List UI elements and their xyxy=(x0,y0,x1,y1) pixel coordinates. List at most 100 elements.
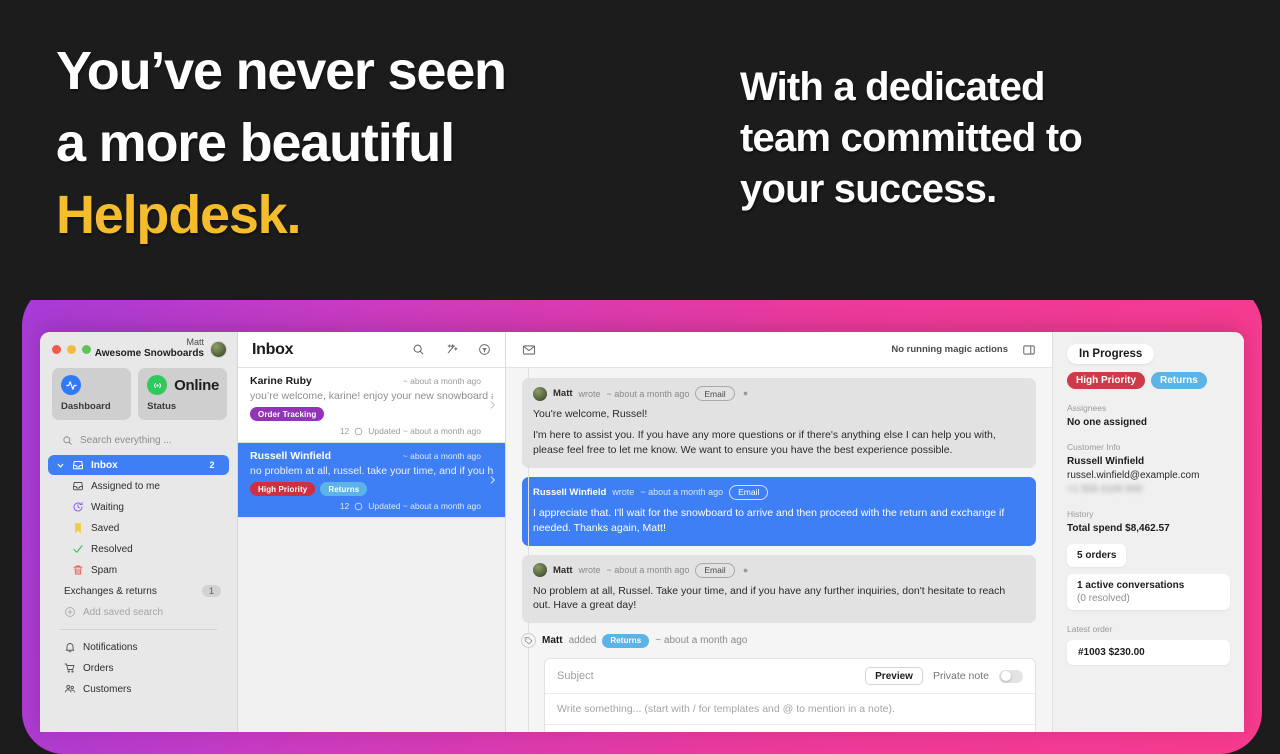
customer-email[interactable]: russel.winfield@example.com xyxy=(1067,470,1230,481)
gear-icon[interactable] xyxy=(741,389,750,398)
minimize-window-button[interactable] xyxy=(67,344,76,354)
message-time: ~ about a month ago xyxy=(640,487,724,498)
subject-input[interactable]: Subject xyxy=(557,670,855,682)
search-placeholder: Search everything ... xyxy=(80,435,172,446)
chevron-right-icon[interactable] xyxy=(487,400,498,411)
sidebar-item-customers[interactable]: Customers xyxy=(48,679,229,699)
sidebar-item-label: Assigned to me xyxy=(91,480,160,492)
sidebar-item-waiting[interactable]: Waiting xyxy=(48,497,229,517)
latest-order-label: Latest order xyxy=(1067,624,1113,634)
sidebar-item-notifications[interactable]: Notifications xyxy=(48,637,229,657)
conversation-list-panel: Inbox Karine Ruby ~ about a month ago yo… xyxy=(238,332,506,732)
conversation-list-item[interactable]: Russell Winfield ~ about a month ago no … xyxy=(238,443,505,518)
returns-tag[interactable]: Returns xyxy=(1151,372,1207,389)
event-verb: added xyxy=(568,635,597,647)
conversation-tags: Order Tracking xyxy=(250,407,493,421)
comment-bubble-icon xyxy=(354,427,363,436)
sidebar-item-orders[interactable]: Orders xyxy=(48,658,229,678)
assignees-label: Assignees xyxy=(1067,403,1107,413)
comment-bubble-icon xyxy=(354,502,363,511)
headline-left-line1: You’ve never seen xyxy=(56,41,507,101)
sidebar-item-label: Customers xyxy=(83,683,132,695)
sidebar-item-inbox[interactable]: Inbox 2 xyxy=(48,455,229,475)
status-card-value: Online xyxy=(174,376,219,394)
message-author: Russell Winfield xyxy=(533,486,607,498)
account-switcher[interactable]: Matt Awesome Snowboards xyxy=(95,337,227,361)
close-window-button[interactable] xyxy=(52,344,61,354)
sidebar-item-label: Notifications xyxy=(83,641,138,653)
assigned-icon xyxy=(72,480,84,492)
private-note-toggle[interactable] xyxy=(999,669,1023,683)
headline-left-line2: a more beautiful xyxy=(56,112,455,173)
conversation-footer: 12 Updated ~ about a month ago xyxy=(250,501,493,511)
message-paragraph: You're welcome, Russel! xyxy=(533,408,648,420)
sidebar-item-saved[interactable]: Saved xyxy=(48,518,229,538)
dashboard-card[interactable]: Dashboard xyxy=(52,368,132,420)
assignees-value[interactable]: No one assigned xyxy=(1067,417,1230,428)
message-channel-badge: Email xyxy=(695,562,735,578)
thread-panel: No running magic actions Matt wrote ~ ab… xyxy=(506,332,1052,732)
sidebar-item-add-saved-search[interactable]: Add saved search xyxy=(48,602,229,622)
window-traffic-lights[interactable] xyxy=(52,344,91,354)
chevron-right-icon[interactable] xyxy=(487,475,498,486)
sidebar-item-badge: 1 xyxy=(201,585,221,597)
tag-icon xyxy=(521,633,536,649)
filter-icon[interactable] xyxy=(478,343,491,356)
details-panel: In Progress High Priority Returns Assign… xyxy=(1052,332,1244,732)
status-card[interactable]: Online Status xyxy=(138,368,227,420)
magic-actions-status: No running magic actions xyxy=(891,344,1008,355)
priority-tag[interactable]: High Priority xyxy=(1067,372,1146,389)
conversation-snippet: no problem at all, russel. take your tim… xyxy=(250,465,493,477)
inbox-icon xyxy=(72,459,84,471)
conversation-name: Russell Winfield xyxy=(250,450,332,462)
account-user-name: Matt xyxy=(186,337,204,348)
message-time: ~ about a month ago xyxy=(606,565,690,576)
activity-icon xyxy=(61,375,81,395)
headline-right: With a dedicated team committed to your … xyxy=(740,62,1240,216)
conversation-time: ~ about a month ago xyxy=(402,451,481,461)
headline-right-line2: team committed to xyxy=(740,116,1083,161)
headline-left: You’ve never seen a more beautiful Helpd… xyxy=(56,36,696,251)
status-badge[interactable]: In Progress xyxy=(1067,344,1155,364)
conversation-message-count: 12 xyxy=(339,426,350,436)
sidebar-item-exchanges-returns[interactable]: Exchanges & returns 1 xyxy=(48,581,229,601)
composer-body-input[interactable]: Write something... (start with / for tem… xyxy=(557,703,895,715)
sidebar-item-label: Inbox xyxy=(91,459,118,471)
active-conversations-count: 1 active conversations xyxy=(1077,580,1185,591)
sidebar-item-assigned-to-me[interactable]: Assigned to me xyxy=(48,476,229,496)
event-tag-badge: Returns xyxy=(602,633,650,648)
sidebar-item-resolved[interactable]: Resolved xyxy=(48,539,229,559)
conversation-list-actions xyxy=(412,343,491,356)
conversation-updated: Updated ~ about a month ago xyxy=(368,501,481,511)
conversation-list-item[interactable]: Karine Ruby ~ about a month ago you’re w… xyxy=(238,368,505,443)
orders-count-card[interactable]: 5 orders xyxy=(1067,544,1127,567)
search-icon[interactable] xyxy=(412,343,425,356)
search-everything-input[interactable]: Search everything ... xyxy=(52,432,225,449)
conversation-tags: High Priority Returns xyxy=(250,482,493,496)
headline-left-accent: Helpdesk. xyxy=(56,184,302,245)
active-conversations-card[interactable]: 1 active conversations (0 resolved) xyxy=(1067,574,1230,610)
sidebar-divider xyxy=(60,629,217,630)
sidebar-item-spam[interactable]: Spam xyxy=(48,560,229,580)
event-time: ~ about a month ago xyxy=(655,635,748,647)
envelope-icon[interactable] xyxy=(522,343,536,357)
maximize-window-button[interactable] xyxy=(82,344,91,354)
search-icon xyxy=(62,435,73,446)
conversation-message-count: 12 xyxy=(339,501,350,511)
latest-order-card[interactable]: #1003 $230.00 xyxy=(1067,640,1230,665)
dashboard-card-label: Dashboard xyxy=(61,401,111,412)
message-bubble: Russell Winfield wrote ~ about a month a… xyxy=(522,476,1036,546)
thread-header: No running magic actions xyxy=(506,332,1052,368)
details-tags: High Priority Returns xyxy=(1067,372,1230,389)
chevron-down-icon[interactable] xyxy=(56,461,65,470)
gear-icon[interactable] xyxy=(741,566,750,575)
thread-timeline-rail xyxy=(528,368,529,732)
people-icon xyxy=(64,683,76,695)
layout-panel-icon[interactable] xyxy=(1022,343,1036,357)
conversation-time: ~ about a month ago xyxy=(402,376,481,386)
preview-button[interactable]: Preview xyxy=(865,667,923,686)
message-channel-badge: Email xyxy=(695,386,735,401)
sidebar-quick-cards: Dashboard Online Status xyxy=(40,364,237,430)
cart-icon xyxy=(64,662,76,674)
magic-wand-icon[interactable] xyxy=(445,343,458,356)
